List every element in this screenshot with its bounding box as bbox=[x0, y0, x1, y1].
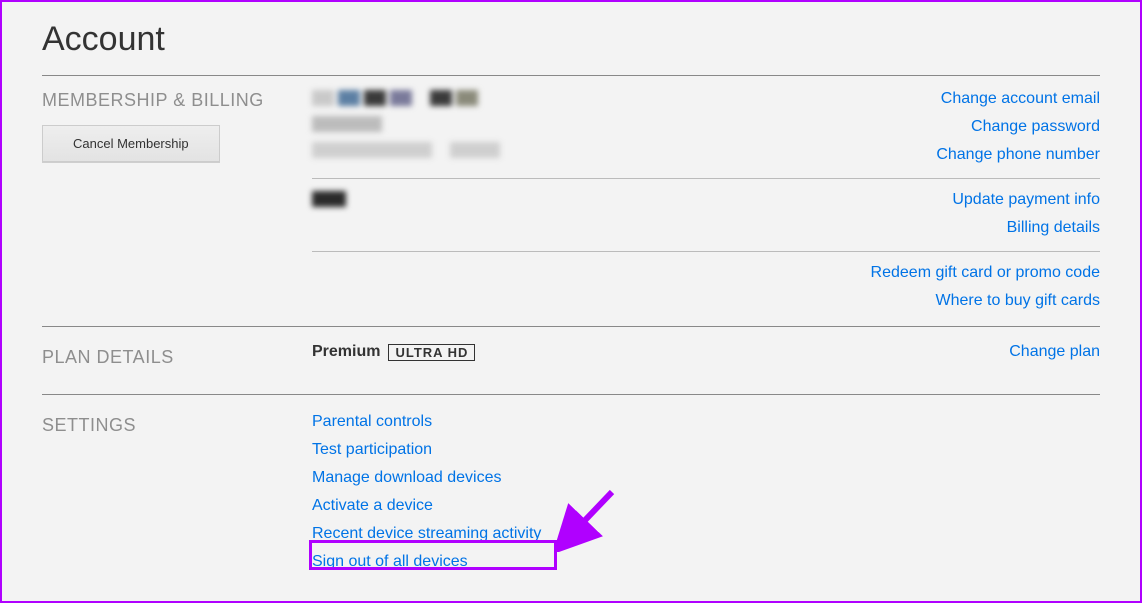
plan-section: PLAN DETAILS Premium ULTRA HD Change pla… bbox=[42, 337, 1100, 388]
membership-section: MEMBERSHIP & BILLING Cancel Membership bbox=[42, 86, 1100, 320]
change-phone-link[interactable]: Change phone number bbox=[936, 146, 1100, 164]
test-participation-link[interactable]: Test participation bbox=[312, 441, 1100, 459]
change-email-link[interactable]: Change account email bbox=[936, 90, 1100, 108]
sign-out-all-link[interactable]: Sign out of all devices bbox=[312, 553, 1100, 571]
ultra-hd-badge: ULTRA HD bbox=[388, 344, 475, 361]
redeem-link[interactable]: Redeem gift card or promo code bbox=[871, 264, 1100, 282]
recent-device-streaming-link[interactable]: Recent device streaming activity bbox=[312, 525, 1100, 543]
activate-device-link[interactable]: Activate a device bbox=[312, 497, 1100, 515]
manage-download-devices-link[interactable]: Manage download devices bbox=[312, 469, 1100, 487]
page-title: Account bbox=[42, 20, 1100, 59]
membership-label: MEMBERSHIP & BILLING bbox=[42, 90, 312, 111]
plan-name-text: Premium bbox=[312, 343, 380, 361]
sub-divider bbox=[312, 251, 1100, 252]
divider bbox=[42, 394, 1100, 395]
sub-divider bbox=[312, 178, 1100, 179]
cancel-membership-button[interactable]: Cancel Membership bbox=[42, 125, 220, 162]
divider bbox=[42, 326, 1100, 327]
badge-hd-text: HD bbox=[448, 345, 469, 360]
plan-name: Premium ULTRA HD bbox=[312, 343, 475, 361]
parental-controls-link[interactable]: Parental controls bbox=[312, 413, 1100, 431]
billing-details-link[interactable]: Billing details bbox=[952, 219, 1100, 237]
change-plan-link[interactable]: Change plan bbox=[1009, 343, 1100, 361]
change-password-link[interactable]: Change password bbox=[936, 118, 1100, 136]
payment-info-redacted bbox=[312, 189, 346, 207]
divider bbox=[42, 75, 1100, 76]
update-payment-link[interactable]: Update payment info bbox=[952, 191, 1100, 209]
badge-ultra-text: ULTRA bbox=[395, 345, 443, 360]
plan-label: PLAN DETAILS bbox=[42, 347, 312, 368]
settings-label: SETTINGS bbox=[42, 415, 312, 436]
where-buy-link[interactable]: Where to buy gift cards bbox=[871, 292, 1100, 310]
settings-section: SETTINGS Parental controls Test particip… bbox=[42, 405, 1100, 571]
account-info-redacted bbox=[312, 88, 500, 158]
